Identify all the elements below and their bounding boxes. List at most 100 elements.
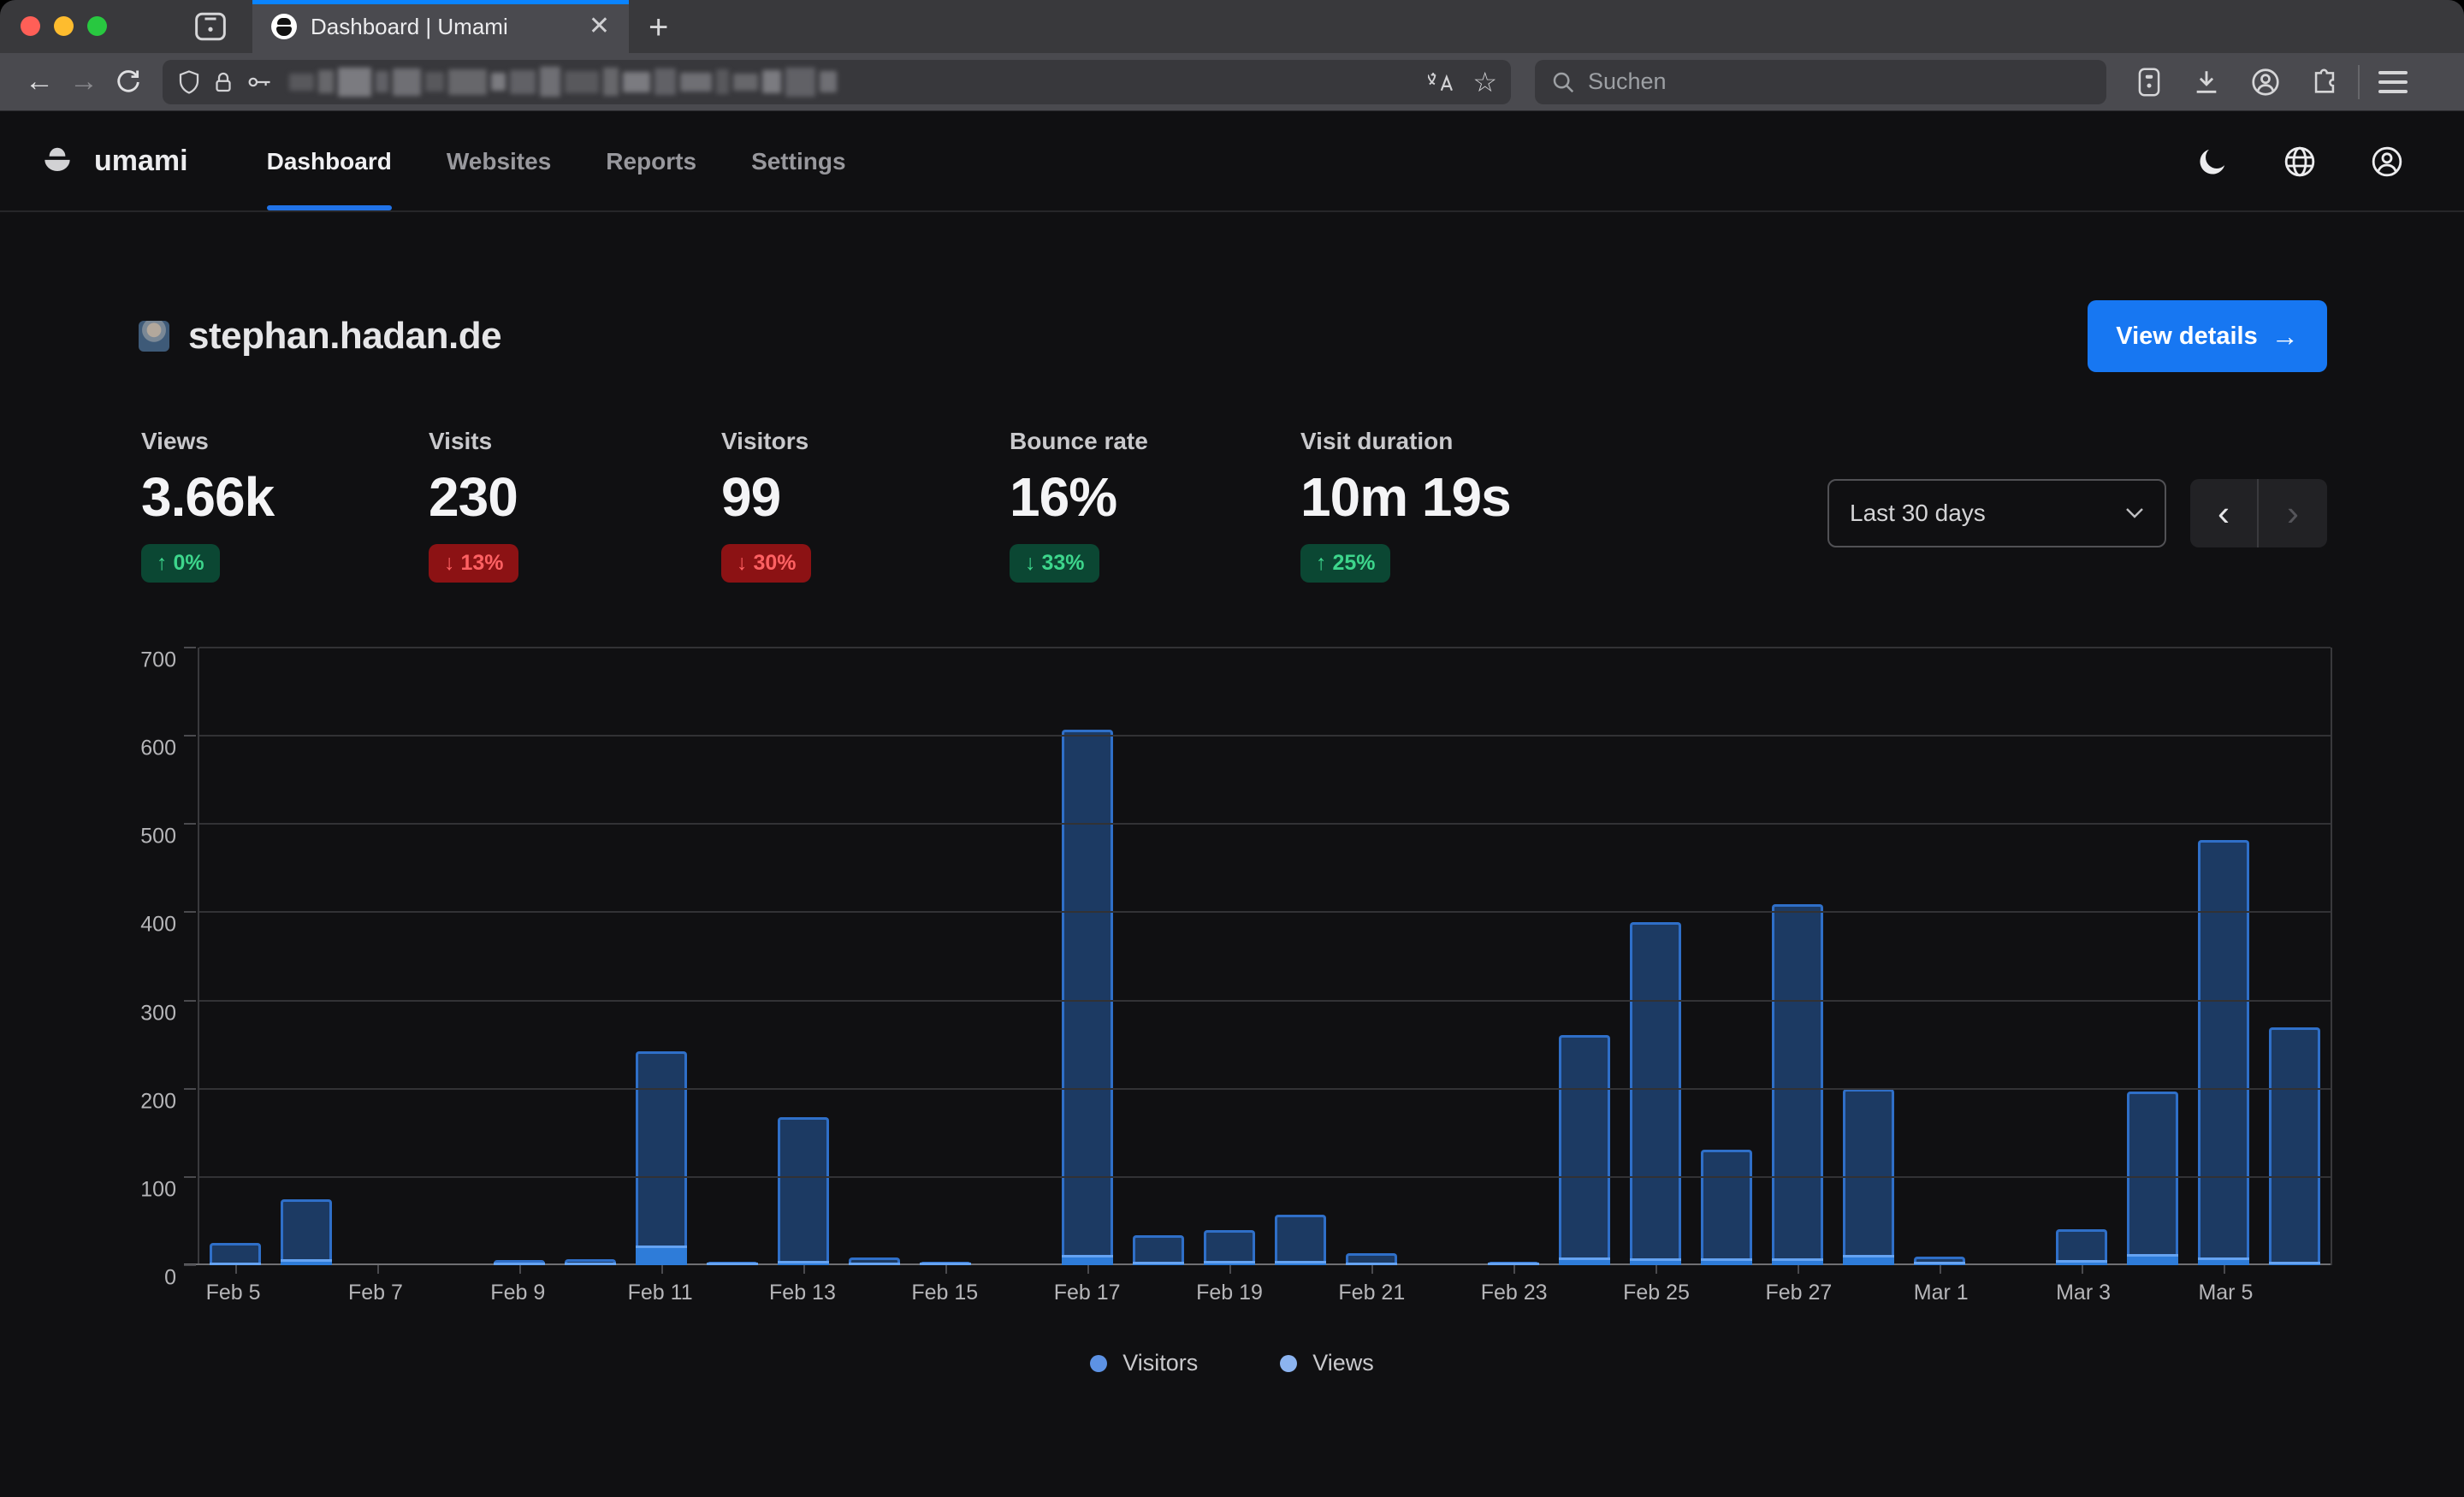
chart-legend: Visitors Views <box>0 1350 2464 1376</box>
legend-dot-icon <box>1280 1355 1297 1372</box>
gridline <box>199 1000 2331 1002</box>
close-window-button[interactable] <box>21 16 40 36</box>
y-tick-label: 500 <box>140 825 176 849</box>
nav-item-websites[interactable]: Websites <box>447 112 551 210</box>
y-tick <box>184 1000 196 1002</box>
prev-period-button[interactable]: ‹ <box>2190 479 2259 547</box>
x-tick-label <box>1265 1281 1336 1305</box>
search-bar[interactable]: Suchen <box>1535 60 2106 104</box>
bar-slot-feb-9 <box>483 648 554 1265</box>
metric-visit-duration: Visit duration10m 19s↑ 25% <box>1300 428 1511 583</box>
views-bar <box>2269 1027 2320 1265</box>
bar-slot-feb-17 <box>1051 648 1122 1265</box>
metric-label: Visitors <box>721 428 811 455</box>
gridline <box>199 1176 2331 1178</box>
visitors-bar <box>920 1263 971 1265</box>
metric-bounce-rate: Bounce rate16%↓ 33% <box>1010 428 1148 583</box>
date-range-dropdown[interactable]: Last 30 days <box>1827 479 2166 547</box>
x-tick-label <box>554 1281 625 1305</box>
bar-slot-feb-18 <box>1122 648 1194 1265</box>
browser-tab[interactable]: Dashboard | Umami ✕ <box>252 0 629 53</box>
shield-icon[interactable] <box>176 69 202 95</box>
x-tick-label: Mar 3 <box>2047 1281 2118 1305</box>
y-tick <box>184 647 196 648</box>
profile-icon[interactable] <box>2370 145 2404 179</box>
back-icon[interactable]: ← <box>17 60 62 104</box>
legend-item-views[interactable]: Views <box>1280 1350 1374 1376</box>
bar-slot-mar-6 <box>2260 648 2331 1265</box>
x-tick-label: Feb 13 <box>767 1281 838 1305</box>
visitors-bar <box>1772 1258 1823 1265</box>
account-icon[interactable] <box>2250 67 2281 98</box>
gridline <box>199 1088 2331 1090</box>
bookmark-star-icon[interactable]: ☆ <box>1472 68 1497 96</box>
umami-brand[interactable]: umami <box>38 142 188 181</box>
legend-item-visitors[interactable]: Visitors <box>1090 1350 1198 1376</box>
x-tick-label <box>412 1281 483 1305</box>
y-tick-label: 300 <box>140 1001 176 1026</box>
bar-slot-feb-7 <box>341 648 412 1265</box>
extensions-puzzle-icon[interactable] <box>2310 68 2339 97</box>
nav-item-settings[interactable]: Settings <box>751 112 845 210</box>
bar-slot-mar-1 <box>1904 648 1975 1265</box>
new-tab-button[interactable]: + <box>649 9 668 47</box>
translate-icon[interactable] <box>1428 69 1457 95</box>
metric-change-badge: ↓ 30% <box>721 544 811 583</box>
lock-icon[interactable] <box>210 69 236 95</box>
y-tick <box>184 1264 196 1266</box>
y-tick <box>184 735 196 737</box>
date-pager: ‹ › <box>2190 479 2327 547</box>
zoom-window-button[interactable] <box>87 16 107 36</box>
views-bar <box>1133 1235 1184 1265</box>
bar-slot-feb-26 <box>1691 648 1762 1265</box>
x-tick-label <box>696 1281 767 1305</box>
forward-icon[interactable]: → <box>62 60 106 104</box>
metric-label: Bounce rate <box>1010 428 1148 455</box>
visitors-bar <box>494 1263 545 1265</box>
visitors-bar <box>2056 1260 2107 1265</box>
firefox-view-icon[interactable] <box>193 11 228 42</box>
url-bar[interactable]: ☆ <box>163 60 1511 104</box>
legend-label: Visitors <box>1122 1350 1198 1376</box>
bar-slot-feb-27 <box>1762 648 1833 1265</box>
gridline <box>199 647 2331 648</box>
minimize-window-button[interactable] <box>54 16 74 36</box>
x-tick-label <box>2261 1281 2332 1305</box>
visitors-bar <box>210 1263 261 1265</box>
browser-toolbar: ← → ☆ Su <box>0 53 2464 111</box>
x-tick-label: Feb 25 <box>1620 1281 1691 1305</box>
reload-icon[interactable] <box>106 60 151 104</box>
theme-toggle-moon-icon[interactable] <box>2195 145 2230 179</box>
menu-icon[interactable] <box>2378 71 2408 93</box>
bar-slot-feb-5 <box>199 648 270 1265</box>
x-tick-label: Feb 9 <box>483 1281 554 1305</box>
x-tick-label: Feb 19 <box>1194 1281 1265 1305</box>
x-tick <box>945 1265 947 1274</box>
visitors-bar <box>281 1259 332 1265</box>
y-tick-label: 100 <box>140 1177 176 1202</box>
tab-close-icon[interactable]: ✕ <box>589 14 610 39</box>
bar-slot-feb-21 <box>1336 648 1407 1265</box>
extension-icon[interactable] <box>2135 67 2163 98</box>
x-tick <box>1229 1265 1231 1274</box>
x-tick-label: Feb 17 <box>1051 1281 1122 1305</box>
y-tick-label: 600 <box>140 737 176 761</box>
key-icon[interactable] <box>245 69 272 95</box>
x-tick <box>1371 1265 1373 1274</box>
view-details-button[interactable]: View details → <box>2088 300 2327 372</box>
search-icon <box>1550 69 1576 95</box>
language-globe-icon[interactable] <box>2283 145 2317 179</box>
views-bar <box>1559 1035 1610 1265</box>
downloads-icon[interactable] <box>2192 68 2221 97</box>
views-bar <box>778 1117 829 1265</box>
x-tick <box>2082 1265 2083 1274</box>
nav-item-reports[interactable]: Reports <box>606 112 696 210</box>
chevron-down-icon <box>2125 507 2144 519</box>
metric-visits: Visits230↓ 13% <box>429 428 518 583</box>
views-bar <box>1204 1230 1255 1265</box>
next-period-button[interactable]: › <box>2259 479 2327 547</box>
legend-dot-icon <box>1090 1355 1107 1372</box>
toolbar-separator <box>2358 65 2360 99</box>
nav-item-dashboard[interactable]: Dashboard <box>267 112 392 210</box>
chart-plot[interactable] <box>198 648 2332 1265</box>
